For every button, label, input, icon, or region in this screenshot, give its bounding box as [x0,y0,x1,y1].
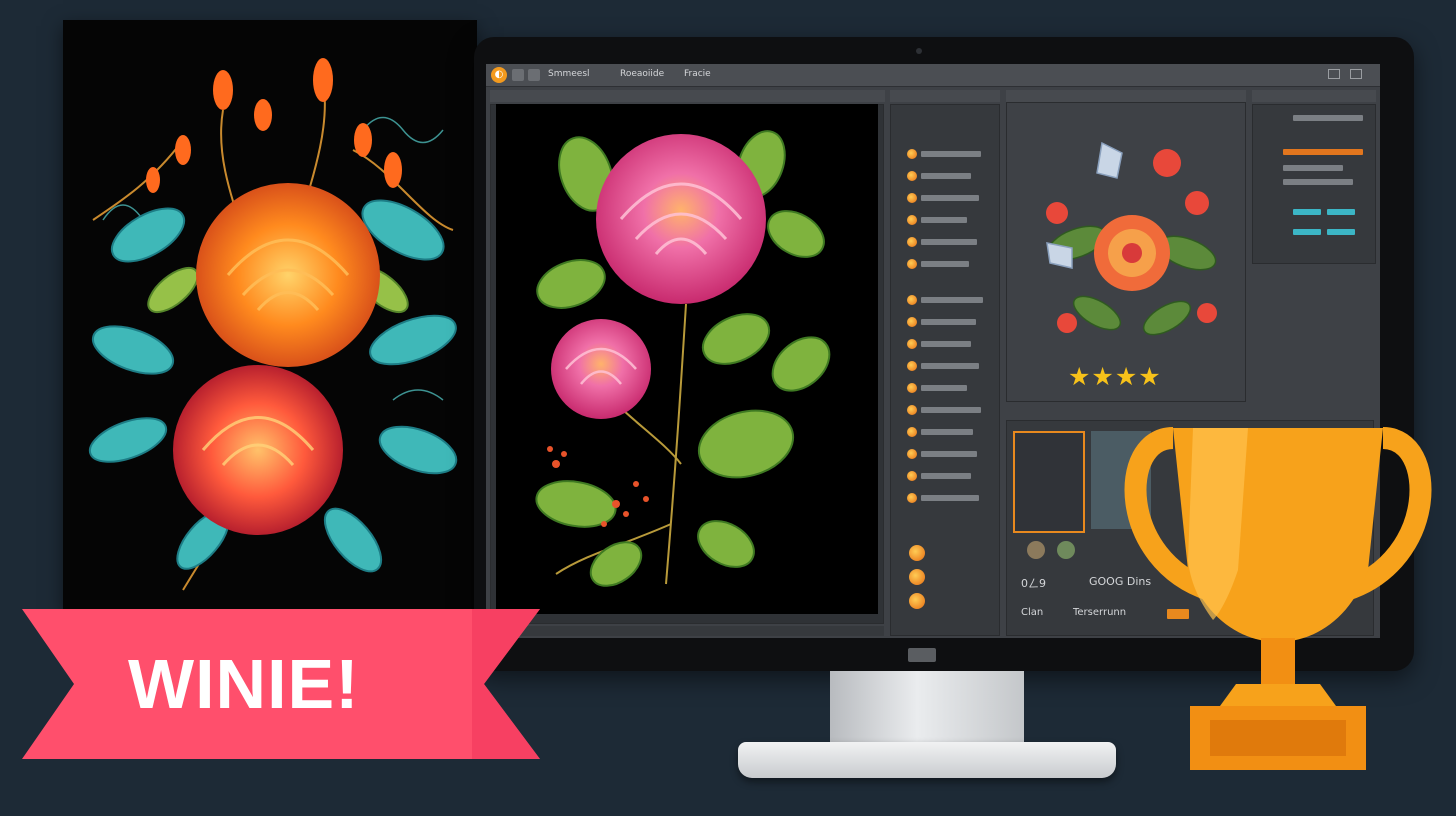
color-chip[interactable] [1057,541,1075,559]
orange-layer-icon[interactable] [907,149,917,159]
orange-layer-icon[interactable] [907,171,917,181]
orange-layer-icon[interactable] [907,493,917,503]
status-fragment-1: 0ㄥ9 [1021,577,1046,590]
orange-layer-icon[interactable] [907,259,917,269]
palette-swatch-icon[interactable] [909,593,925,609]
color-chip[interactable] [1027,541,1045,559]
slider-fill[interactable] [1283,149,1363,155]
orange-layer-icon[interactable] [907,449,917,459]
orange-layer-icon[interactable] [907,215,917,225]
orange-layer-icon[interactable] [907,237,917,247]
orange-layer-icon[interactable] [907,383,917,393]
monitor-stand-base [738,742,1116,778]
cyan-toggle[interactable] [1293,209,1321,215]
title-fragment-1[interactable]: Smmeesl [548,69,590,79]
monitor-stand-neck [830,671,1024,747]
bouquet-preview-artwork [1046,141,1217,336]
title-fragment-3[interactable]: Fracie [684,69,711,79]
orange-layer-icon[interactable] [907,295,917,305]
ribbon-label: WINIE! [128,645,360,723]
preview-toolbar[interactable] [1006,90,1246,102]
preview-panel [1006,102,1246,402]
rating-stars[interactable]: ★★★★ [1068,362,1162,391]
cyan-toggle[interactable] [1327,209,1355,215]
app-logo-icon[interactable]: ◐ [491,67,507,83]
orange-layer-icon[interactable] [907,471,917,481]
canvas-status-bar [490,626,884,636]
webcam-dot [916,48,922,54]
cyan-toggle[interactable] [1327,229,1355,235]
title-fragment-2[interactable]: Roeaoiide [620,69,664,79]
properties-panel [1252,104,1376,264]
layers-toolbar[interactable] [890,90,1000,102]
orange-layer-icon[interactable] [907,339,917,349]
properties-toolbar[interactable] [1252,90,1376,102]
menu-icon[interactable] [512,69,524,81]
orange-layer-icon[interactable] [907,427,917,437]
orange-layer-icon[interactable] [907,405,917,415]
view-icon[interactable] [528,69,540,81]
title-bar: ◐ Smmeesl Roeaoiide Fracie [486,64,1380,87]
thumbnail-selected[interactable] [1013,431,1085,533]
window-close-icon[interactable] [1350,69,1362,79]
orange-rose-artwork [88,58,458,591]
pink-rose-artwork [535,130,831,587]
palette-swatch-icon[interactable] [909,545,925,561]
orange-layer-icon[interactable] [907,361,917,371]
cyan-toggle[interactable] [1293,229,1321,235]
canvas-toolbar[interactable] [490,90,885,102]
trophy-icon [1124,427,1432,770]
orange-layer-icon[interactable] [907,317,917,327]
orange-layer-icon[interactable] [907,193,917,203]
layers-panel [890,104,1000,636]
palette-swatch-icon[interactable] [909,569,925,585]
embroidery-poster-left [63,20,477,610]
monitor-logo [908,648,936,662]
status-fragment-2: Clan [1021,607,1044,618]
design-canvas[interactable] [496,104,878,614]
window-minimize-icon[interactable] [1328,69,1340,79]
